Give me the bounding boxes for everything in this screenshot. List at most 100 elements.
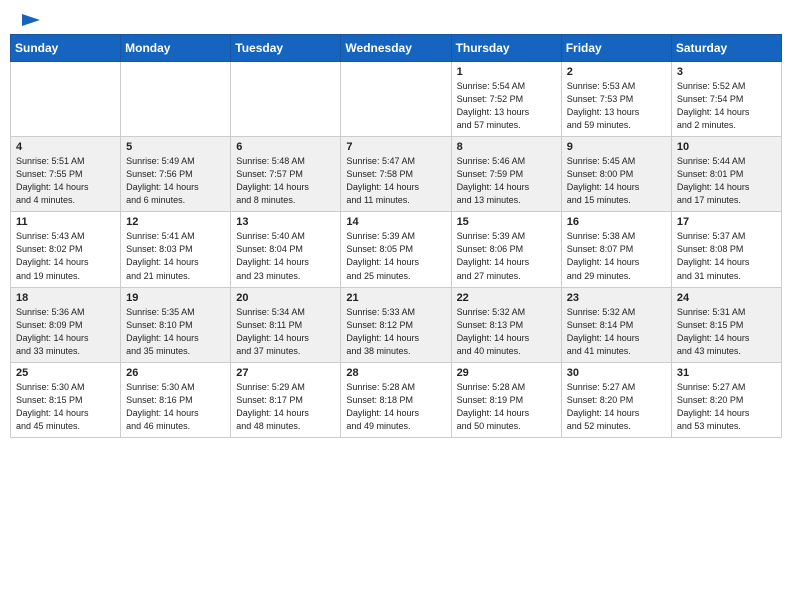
day-number: 30 [567,367,666,379]
day-info: Sunrise: 5:54 AMSunset: 7:52 PMDaylight:… [457,80,556,132]
day-info: Sunrise: 5:45 AMSunset: 8:00 PMDaylight:… [567,155,666,207]
day-info: Sunrise: 5:44 AMSunset: 8:01 PMDaylight:… [677,155,776,207]
daylight-minutes: and 6 minutes. [126,194,225,207]
day-info: Sunrise: 5:39 AMSunset: 8:05 PMDaylight:… [346,230,445,282]
day-number: 6 [236,141,335,153]
sunset-info: Sunset: 8:15 PM [16,394,115,407]
day-number: 21 [346,292,445,304]
sunrise-info: Sunrise: 5:34 AM [236,306,335,319]
sunrise-info: Sunrise: 5:49 AM [126,155,225,168]
day-cell: 13 Sunrise: 5:40 AMSunset: 8:04 PMDayligh… [231,212,341,287]
daylight-minutes: and 49 minutes. [346,420,445,433]
daylight-minutes: and 35 minutes. [126,345,225,358]
daylight-minutes: and 25 minutes. [346,270,445,283]
day-number: 14 [346,216,445,228]
daylight-minutes: and 4 minutes. [16,194,115,207]
day-cell [231,62,341,137]
sunset-info: Sunset: 8:10 PM [126,319,225,332]
day-cell: 18Sunrise: 5:36 AMSunset: 8:09 PMDayligh… [11,287,121,362]
day-info: Sunrise: 5:30 AMSunset: 8:15 PMDaylight:… [16,381,115,433]
sunrise-info: Sunrise: 5:53 AM [567,80,666,93]
sunrise-info: Sunrise: 5:32 AM [567,306,666,319]
day-cell: 5Sunrise: 5:49 AMSunset: 7:56 PMDaylight… [121,137,231,212]
sunrise-info: Sunrise: 5:37 AM [677,230,776,243]
day-number: 19 [126,292,225,304]
sunset-info: Sunset: 8:11 PM [236,319,335,332]
day-number: 11 [16,216,115,228]
daylight-hours: Daylight: 14 hours [16,332,115,345]
day-info: Sunrise: 5:40 AMSunset: 8:04 PMDaylight:… [236,230,335,282]
daylight-minutes: and 19 minutes. [16,270,115,283]
sunset-info: Sunset: 8:07 PM [567,243,666,256]
day-info: Sunrise: 5:36 AMSunset: 8:09 PMDaylight:… [16,306,115,358]
sunrise-info: Sunrise: 5:40 AM [236,230,335,243]
sunrise-info: Sunrise: 5:27 AM [677,381,776,394]
day-cell: 30 Sunrise: 5:27 AMSunset: 8:20 PMDayligh… [561,362,671,437]
sunset-info: Sunset: 7:59 PM [457,168,556,181]
day-number: 16 [567,216,666,228]
day-cell: 24Sunrise: 5:31 AMSunset: 8:15 PMDayligh… [671,287,781,362]
sunrise-info: Sunrise: 5:28 AM [346,381,445,394]
day-info: Sunrise: 5:28 AMSunset: 8:18 PMDaylight:… [346,381,445,433]
daylight-minutes: and 23 minutes. [236,270,335,283]
day-info: Sunrise: 5:27 AMSunset: 8:20 PMDaylight:… [567,381,666,433]
week-row-1: 1Sunrise: 5:54 AMSunset: 7:52 PMDaylight… [11,62,782,137]
sunset-info: Sunset: 7:57 PM [236,168,335,181]
sunset-info: Sunset: 7:54 PM [677,93,776,106]
daylight-minutes: and 17 minutes. [677,194,776,207]
sunset-info: Sunset: 8:20 PM [567,394,666,407]
sunset-info: Sunset: 8:13 PM [457,319,556,332]
daylight-hours: Daylight: 14 hours [16,256,115,269]
sunrise-info: Sunrise: 5:54 AM [457,80,556,93]
day-cell: 11 Sunrise: 5:43 AMSunset: 8:02 PMDayligh… [11,212,121,287]
sunrise-info: Sunrise: 5:35 AM [126,306,225,319]
daylight-hours: Daylight: 14 hours [126,332,225,345]
day-info: Sunrise: 5:32 AMSunset: 8:13 PMDaylight:… [457,306,556,358]
daylight-minutes: and 31 minutes. [677,270,776,283]
day-info: Sunrise: 5:46 AMSunset: 7:59 PMDaylight:… [457,155,556,207]
daylight-minutes: and 57 minutes. [457,119,556,132]
day-cell: 22Sunrise: 5:32 AMSunset: 8:13 PMDayligh… [451,287,561,362]
sunset-info: Sunset: 8:15 PM [677,319,776,332]
day-info: Sunrise: 5:43 AMSunset: 8:02 PMDaylight:… [16,230,115,282]
day-number: 31 [677,367,776,379]
sunset-info: Sunset: 8:06 PM [457,243,556,256]
daylight-hours: Daylight: 14 hours [677,332,776,345]
day-cell: 7Sunrise: 5:47 AMSunset: 7:58 PMDaylight… [341,137,451,212]
daylight-hours: Daylight: 14 hours [126,407,225,420]
day-info: Sunrise: 5:48 AMSunset: 7:57 PMDaylight:… [236,155,335,207]
day-cell: 29Sunrise: 5:28 AMSunset: 8:19 PMDayligh… [451,362,561,437]
daylight-minutes: and 59 minutes. [567,119,666,132]
day-number: 26 [126,367,225,379]
day-cell: 16 Sunrise: 5:38 AMSunset: 8:07 PMDayligh… [561,212,671,287]
sunrise-info: Sunrise: 5:52 AM [677,80,776,93]
day-number: 8 [457,141,556,153]
daylight-hours: Daylight: 14 hours [346,181,445,194]
day-cell: 1Sunrise: 5:54 AMSunset: 7:52 PMDaylight… [451,62,561,137]
sunset-info: Sunset: 8:03 PM [126,243,225,256]
day-info: Sunrise: 5:32 AMSunset: 8:14 PMDaylight:… [567,306,666,358]
day-info: Sunrise: 5:37 AMSunset: 8:08 PMDaylight:… [677,230,776,282]
day-cell: 6 Sunrise: 5:48 AMSunset: 7:57 PMDaylight… [231,137,341,212]
daylight-minutes: and 33 minutes. [16,345,115,358]
sunset-info: Sunset: 8:04 PM [236,243,335,256]
sunset-info: Sunset: 8:08 PM [677,243,776,256]
day-number: 27 [236,367,335,379]
day-cell: 17Sunrise: 5:37 AMSunset: 8:08 PMDayligh… [671,212,781,287]
daylight-minutes: and 29 minutes. [567,270,666,283]
column-header-thursday: Thursday [451,35,561,62]
daylight-hours: Daylight: 13 hours [457,106,556,119]
day-info: Sunrise: 5:27 AMSunset: 8:20 PMDaylight:… [677,381,776,433]
sunset-info: Sunset: 7:58 PM [346,168,445,181]
sunset-info: Sunset: 8:16 PM [126,394,225,407]
day-number: 13 [236,216,335,228]
column-header-monday: Monday [121,35,231,62]
day-info: Sunrise: 5:38 AMSunset: 8:07 PMDaylight:… [567,230,666,282]
sunset-info: Sunset: 8:05 PM [346,243,445,256]
day-info: Sunrise: 5:47 AMSunset: 7:58 PMDaylight:… [346,155,445,207]
sunset-info: Sunset: 7:56 PM [126,168,225,181]
daylight-minutes: and 37 minutes. [236,345,335,358]
sunrise-info: Sunrise: 5:44 AM [677,155,776,168]
sunrise-info: Sunrise: 5:43 AM [16,230,115,243]
day-number: 23 [567,292,666,304]
